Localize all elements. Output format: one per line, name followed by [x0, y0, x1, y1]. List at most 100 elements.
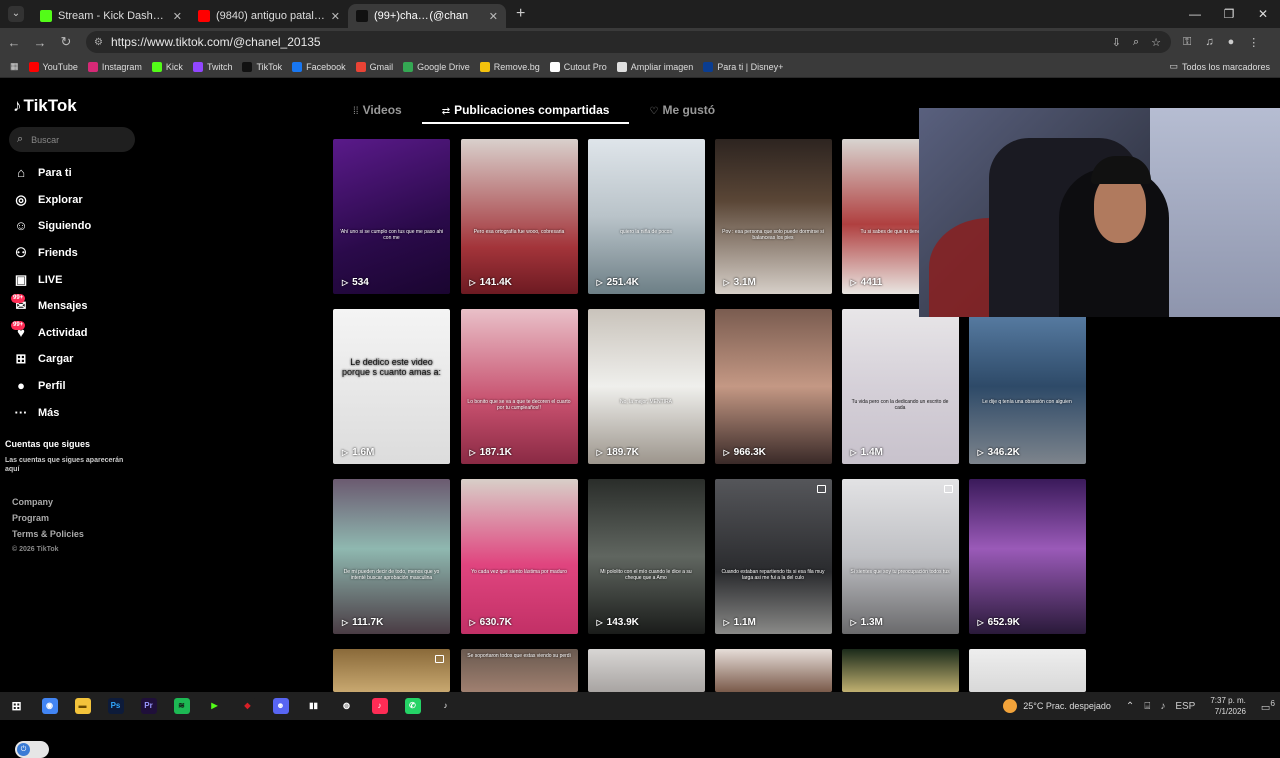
video-tile[interactable]: Cuando estaban repartiendo tts si esa fi… — [714, 479, 832, 634]
install-icon[interactable]: ⇩ — [1112, 36, 1121, 49]
profile-avatar-icon[interactable]: ● — [1228, 36, 1235, 49]
browser-tab-2[interactable]: (9840) antiguo patalla verde - Y ✕ — [190, 4, 348, 28]
forward-icon[interactable]: → — [28, 35, 52, 50]
restore-icon[interactable]: ❐ — [1212, 0, 1246, 28]
video-tile[interactable]: Yo cada vez que siento lástima por madur… — [460, 479, 578, 634]
bookmark-item[interactable]: YouTube — [28, 61, 78, 72]
tab-grid[interactable]: ⁞⁞ Videos — [333, 96, 422, 124]
taskbar-app[interactable]: ◉ — [33, 692, 66, 720]
video-tile[interactable]: ▷ 652.9K — [968, 479, 1086, 634]
sidebar-item-compass[interactable]: ◎ Explorar — [13, 187, 143, 214]
video-tile[interactable]: Se soportaron todos que estas viendo su … — [460, 649, 578, 692]
apps-grid-icon[interactable]: ▦ — [10, 61, 19, 72]
taskbar-app[interactable]: ♪ — [429, 692, 462, 720]
tab-search-icon[interactable]: ⌄ — [8, 6, 24, 22]
bookmark-item[interactable]: Facebook — [292, 61, 346, 72]
back-icon[interactable]: ← — [2, 35, 26, 50]
reload-icon[interactable]: ↻ — [54, 34, 78, 50]
taskbar-app[interactable]: ☻ — [264, 692, 297, 720]
bookmark-item[interactable]: TikTok — [242, 61, 282, 72]
video-tile[interactable]: Le dedico este video porque s cuanto ama… — [333, 309, 450, 464]
menu-icon[interactable]: ⋮ — [1248, 36, 1259, 49]
taskbar-app[interactable]: ♪ — [363, 692, 396, 720]
taskbar-app[interactable]: ◍ — [330, 692, 363, 720]
sidebar-item-upload[interactable]: ⊞ Cargar — [13, 346, 143, 373]
taskbar-app[interactable]: ◆ — [231, 692, 264, 720]
tab-repost[interactable]: ⇄ Publicaciones compartidas — [421, 96, 630, 124]
all-bookmarks-folder[interactable]: ▭ Todos los marcadores — [1169, 61, 1270, 72]
video-tile[interactable]: Si sientes que soy tu preocupación todos… — [841, 479, 959, 634]
sidebar-item-profile[interactable]: ● Perfil — [13, 373, 143, 400]
video-tile[interactable] — [587, 649, 705, 692]
footer-link-program[interactable]: Program — [12, 510, 84, 526]
bookmark-item[interactable]: Para ti | Disney+ — [703, 61, 783, 72]
tiktok-logo[interactable]: ♪ TikTok — [13, 96, 77, 116]
notifications-icon[interactable]: ▭6 — [1261, 698, 1275, 713]
sidebar-item-following[interactable]: ☺ Siguiendo — [13, 213, 143, 240]
new-tab-icon[interactable]: + — [516, 5, 525, 23]
video-tile[interactable] — [333, 649, 450, 692]
lang-indicator[interactable]: ESP — [1175, 701, 1195, 712]
video-tile[interactable] — [968, 649, 1086, 692]
start-icon[interactable]: ⊞ — [0, 692, 33, 720]
video-tile[interactable]: 'Ahí uno si se cumplo con tus que me pas… — [333, 139, 450, 294]
sidebar-item-friends[interactable]: ⚇ Friends — [13, 240, 143, 267]
bookmark-item[interactable]: Remove.bg — [479, 61, 540, 72]
sidebar-item-more[interactable]: ··· Más — [13, 399, 143, 426]
floating-toggle[interactable]: ⏻ — [15, 741, 49, 758]
video-tile[interactable]: Pero esa ortografía fue wooo, cobresaria… — [460, 139, 578, 294]
video-tile[interactable]: quiero la niña de pocos ▷ 251.4K — [587, 139, 705, 294]
taskbar-app[interactable]: ≋ — [165, 692, 198, 720]
sidebar-item-home[interactable]: ⌂ Para ti — [13, 160, 143, 187]
taskbar-app[interactable]: Pr — [132, 692, 165, 720]
video-tile[interactable] — [714, 649, 832, 692]
extensions-icon[interactable]: ⚿ — [1183, 36, 1191, 49]
video-tile[interactable]: Le dije q tenía una obsesión con alguien… — [968, 309, 1086, 464]
footer-link-terms[interactable]: Terms & Policies — [12, 526, 84, 542]
taskbar-app[interactable]: ▮▮ — [297, 692, 330, 720]
address-bar[interactable]: ⚙ https://www.tiktok.com/@chanel_20135 ⇩… — [86, 31, 1171, 53]
tray-overflow-icon[interactable]: ⌃ — [1126, 701, 1134, 712]
search-input[interactable]: ⌕ Buscar — [9, 127, 135, 152]
grid-icon: ⁞⁞ — [353, 106, 359, 117]
video-tile[interactable]: No, la mejor, MENTIRA ▷ 189.7K — [587, 309, 705, 464]
site-info-icon[interactable]: ⚙ — [94, 37, 103, 48]
taskbar-app[interactable]: ▬ — [66, 692, 99, 720]
video-tile[interactable]: Pov : esa persona que solo puede dormirs… — [714, 139, 832, 294]
bookmark-item[interactable]: Gmail — [355, 61, 393, 72]
tab-close-icon[interactable]: ✕ — [489, 10, 498, 23]
footer-link-company[interactable]: Company — [12, 494, 84, 510]
media-icon[interactable]: ♫ — [1205, 36, 1213, 49]
taskbar-app[interactable]: ✆ — [396, 692, 429, 720]
volume-icon[interactable]: ♪ — [1160, 701, 1165, 712]
tab-close-icon[interactable]: ✕ — [173, 10, 182, 23]
sidebar-item-messages[interactable]: ✉ 99+ Mensajes — [11, 293, 143, 320]
browser-tab-3[interactable]: (99+)chanel_(@chan ✕ — [348, 4, 506, 28]
bookmark-item[interactable]: Google Drive — [403, 61, 470, 72]
taskbar-app[interactable]: ▶ — [198, 692, 231, 720]
video-tile[interactable]: ▷ 966.3K — [714, 309, 832, 464]
weather-widget[interactable]: 25°C Prac. despejado — [1003, 699, 1111, 713]
minimize-icon[interactable]: — — [1178, 0, 1212, 28]
bookmark-star-icon[interactable]: ☆ — [1151, 36, 1161, 49]
bookmark-item[interactable]: Instagram — [87, 61, 142, 72]
tab-close-icon[interactable]: ✕ — [331, 10, 340, 23]
bookmark-item[interactable]: Ampliar imagen — [616, 61, 693, 72]
bookmark-item[interactable]: Cutout Pro — [549, 61, 607, 72]
browser-tab-1[interactable]: Stream - Kick Dashboard ✕ — [32, 4, 190, 28]
zoom-icon[interactable]: ⌕ — [1133, 36, 1139, 49]
network-icon[interactable]: ⌸ — [1144, 701, 1150, 712]
sidebar-item-activity[interactable]: ♥ 99+ Actividad — [11, 320, 143, 347]
video-tile[interactable]: Lo bonito que se va a que te decoren el … — [460, 309, 578, 464]
video-tile[interactable]: Mi pololito con el mío cuando le dice a … — [587, 479, 705, 634]
tab-heart[interactable]: ♡ Me gustó — [629, 96, 735, 124]
video-tile[interactable] — [841, 649, 959, 692]
close-window-icon[interactable]: ✕ — [1246, 0, 1280, 28]
video-tile[interactable]: De mi pueden decir de todo, menos que yo… — [333, 479, 450, 634]
bookmark-item[interactable]: Kick — [151, 61, 183, 72]
bookmark-item[interactable]: Twitch — [192, 61, 232, 72]
taskbar-app[interactable]: Ps — [99, 692, 132, 720]
sidebar-item-live[interactable]: ▣ LIVE — [13, 266, 143, 293]
video-tile[interactable]: Tu vida pero con la dedicando un escrito… — [841, 309, 959, 464]
clock[interactable]: 7:37 p. m. 7/1/2026 — [1210, 695, 1246, 717]
